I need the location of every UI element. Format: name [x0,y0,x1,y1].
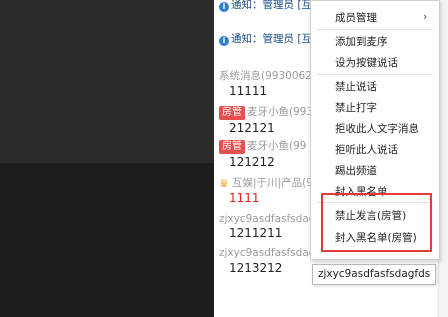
room-admin-badge: 房管 [219,140,245,154]
menu-item-push-to-talk[interactable]: 设为按键说话 [335,56,398,70]
menu-item-forbid-speaking[interactable]: 禁止说话 [335,80,377,94]
message-text: 1111 [229,191,260,205]
message-text: 11111 [229,84,268,98]
info-icon: i [219,2,229,12]
message-text: 1213212 [229,261,283,275]
chevron-right-icon: › [423,10,428,23]
menu-item-member-management[interactable]: 成员管理 [335,11,377,25]
menu-separator [317,29,433,30]
highlight-annotation [321,193,432,252]
menu-item-add-to-queue[interactable]: 添加到麦序 [335,35,388,49]
menu-item-kick[interactable]: 踢出频道 [335,164,377,178]
menu-item-block-voice[interactable]: 拒听此人说话 [335,143,398,157]
username-tooltip: zjxyc9asdfasfsdagfds [312,264,437,285]
menu-item-forbid-typing[interactable]: 禁止打字 [335,101,377,115]
crown-icon: ♛ [219,177,229,190]
menu-separator [317,74,433,75]
info-icon: i [219,36,229,46]
message-sender[interactable]: 房管 麦牙小鱼(993 [219,105,313,120]
room-admin-badge: 房管 [219,106,245,120]
menu-item-block-text[interactable]: 拒收此人文字消息 [335,122,419,136]
left-dark-panel [0,0,214,317]
message-text: 121212 [229,155,275,169]
message-sender[interactable]: 房管 麦牙小鱼(99 [219,139,306,154]
message-text: 1211211 [229,226,283,240]
message-sender[interactable]: ♛ 互娱|于川|产品(90 [219,176,320,190]
message-text: 212121 [229,121,275,135]
